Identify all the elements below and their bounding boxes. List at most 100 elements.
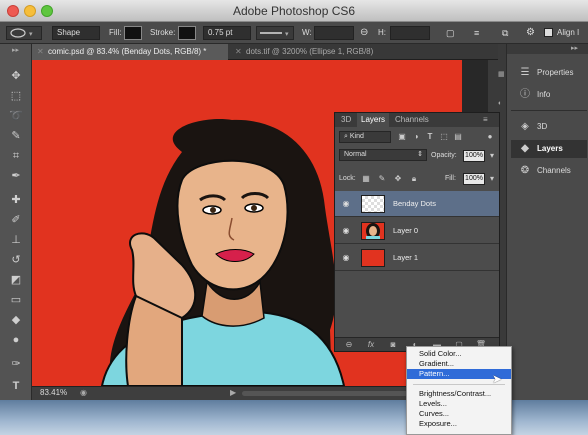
- smart-object-filter-icon[interactable]: ▤: [453, 132, 463, 142]
- dock-item-label: Properties: [537, 68, 574, 77]
- channels-icon: ❂: [520, 165, 530, 176]
- blend-mode-select[interactable]: Normal ⇕: [339, 149, 427, 161]
- zoom-level[interactable]: 83.41%: [40, 388, 67, 397]
- move-tool-icon[interactable]: ✥: [5, 68, 27, 84]
- menu-item-curves[interactable]: Curves...: [407, 409, 511, 419]
- stroke-type-select[interactable]: ▾: [256, 26, 294, 40]
- stroke-swatch[interactable]: [178, 26, 196, 40]
- eyedropper-tool-icon[interactable]: ✒: [5, 168, 27, 184]
- gradient-tool-icon[interactable]: ▭: [5, 292, 27, 308]
- crop-tool-icon[interactable]: ⌗: [5, 148, 27, 164]
- menu-item-levels[interactable]: Levels...: [407, 399, 511, 409]
- type-filter-icon[interactable]: T: [425, 132, 435, 142]
- gear-icon[interactable]: ⚙: [526, 26, 535, 40]
- dock-item-info[interactable]: ⓘ Info: [511, 86, 587, 104]
- layer-effects-icon[interactable]: fx: [365, 340, 377, 350]
- dock-item-layers[interactable]: ◆ Layers: [511, 140, 587, 158]
- menu-item-exposure[interactable]: Exposure...: [407, 419, 511, 429]
- image-filter-icon[interactable]: ▣: [397, 132, 407, 142]
- tab-layers[interactable]: Layers: [357, 113, 390, 127]
- pen-tool-icon[interactable]: ✑: [5, 356, 27, 372]
- marquee-tool-icon[interactable]: ⬚: [5, 88, 27, 104]
- fill-swatch[interactable]: [124, 26, 142, 40]
- collapse-dock-icon[interactable]: ▸▸: [571, 44, 578, 52]
- visibility-eye-icon[interactable]: ◉: [340, 226, 352, 236]
- menu-item-brightness-contrast[interactable]: Brightness/Contrast...: [407, 389, 511, 399]
- height-field[interactable]: [390, 26, 430, 40]
- options-bar: ▾ Shape Fill: Stroke: 0.75 pt ▾ W: ⊖ H: …: [0, 22, 588, 44]
- align-edges-checkbox[interactable]: [544, 28, 553, 37]
- lock-all-icon[interactable]: 🔒︎: [409, 174, 419, 184]
- dodge-tool-icon[interactable]: ●: [5, 332, 27, 348]
- link-dimensions-icon[interactable]: ⊖: [360, 26, 368, 40]
- tab-channels[interactable]: Channels: [391, 113, 433, 127]
- path-operations-icon[interactable]: ▢: [446, 26, 455, 40]
- type-tool-icon[interactable]: T: [5, 378, 27, 394]
- document-info-icon[interactable]: ◉: [80, 388, 87, 397]
- svg-text:▾: ▾: [29, 31, 33, 38]
- menu-item-solid-color[interactable]: Solid Color...: [407, 349, 511, 359]
- adjustment-filter-icon[interactable]: ◑: [411, 132, 421, 142]
- close-tab-icon[interactable]: ✕: [37, 44, 44, 60]
- blend-mode-value: Normal: [344, 151, 367, 158]
- tab-3d[interactable]: 3D: [337, 113, 355, 127]
- lock-position-icon[interactable]: ✥: [393, 174, 403, 184]
- stroke-width-field[interactable]: 0.75 pt: [203, 26, 251, 40]
- visibility-eye-icon[interactable]: ◉: [340, 199, 352, 209]
- swatches-icon[interactable]: ▦: [498, 70, 506, 82]
- opacity-field[interactable]: 100%: [463, 150, 485, 162]
- path-alignment-icon[interactable]: ≡: [474, 26, 479, 40]
- opacity-slider-arrow-icon[interactable]: ▾: [487, 151, 497, 161]
- visibility-eye-icon[interactable]: ◉: [340, 253, 352, 263]
- shape-filter-icon[interactable]: ⬚: [439, 132, 449, 142]
- tools-panel: ▸▸ ✥ ⬚ ➰ ✎ ⌗ ✒ ✚ ✐ ⊥ ↺ ◩ ▭ ◆ ● ✑ T ➤: [0, 44, 32, 435]
- title-bar: Adobe Photoshop CS6: [0, 0, 588, 22]
- adjustments-icon[interactable]: ◐: [498, 100, 506, 112]
- path-arrangement-icon[interactable]: ⧉: [502, 26, 508, 40]
- chevron-down-icon: ⇕: [417, 151, 423, 158]
- link-layers-icon[interactable]: ⊖: [343, 340, 355, 350]
- layers-panel-tabs: 3D Layers Channels ≡: [335, 113, 499, 127]
- align-edges-label: Align I: [557, 28, 580, 37]
- width-field[interactable]: [314, 26, 354, 40]
- layer-filter-select[interactable]: ⌕ Kind: [339, 131, 391, 143]
- layer-row-layer-0[interactable]: ◉ Layer 0: [335, 218, 499, 244]
- quick-select-tool-icon[interactable]: ✎: [5, 128, 27, 144]
- window-title: Adobe Photoshop CS6: [232, 4, 356, 18]
- panel-dock: ▸▸ ☰ Properties ⓘ Info ◈ 3D ◆ Layers ❂ C…: [506, 44, 588, 400]
- tool-mode-select[interactable]: Shape: [52, 26, 100, 40]
- menu-item-gradient[interactable]: Gradient...: [407, 359, 511, 369]
- blur-tool-icon[interactable]: ◆: [5, 312, 27, 328]
- eraser-tool-icon[interactable]: ◩: [5, 272, 27, 288]
- clone-stamp-tool-icon[interactable]: ⊥: [5, 232, 27, 248]
- panel-menu-icon[interactable]: ≡: [483, 115, 488, 124]
- close-tab-icon[interactable]: ✕: [235, 44, 242, 60]
- fill-slider-arrow-icon[interactable]: ▾: [487, 174, 497, 184]
- lock-pixels-icon[interactable]: ✎: [377, 174, 387, 184]
- ellipse-tool-icon: ▾: [10, 28, 33, 38]
- dock-item-label: Info: [537, 90, 551, 99]
- fill-field[interactable]: 100%: [463, 173, 485, 185]
- portrait-thumbnail-icon: [366, 223, 380, 239]
- brush-tool-icon[interactable]: ✐: [5, 212, 27, 228]
- stroke-width-value: 0.75 pt: [208, 28, 233, 37]
- add-mask-icon[interactable]: ◙: [387, 340, 399, 350]
- fill-label: Fill:: [109, 28, 122, 37]
- tool-preset-picker[interactable]: ▾: [6, 26, 42, 40]
- dock-item-label: Channels: [537, 166, 571, 175]
- dock-item-3d[interactable]: ◈ 3D: [511, 118, 587, 136]
- filter-toggle-icon[interactable]: ●: [485, 132, 495, 142]
- tab-dots-tif[interactable]: ✕ dots.tif @ 3200% (Ellipse 1, RGB/8): [230, 44, 430, 60]
- layer-row-benday-dots[interactable]: ◉ Benday Dots: [335, 191, 499, 217]
- layers-icon: ◆: [521, 143, 529, 154]
- lasso-tool-icon[interactable]: ➰: [5, 108, 27, 124]
- dock-item-channels[interactable]: ❂ Channels: [511, 162, 587, 180]
- layer-row-layer-1[interactable]: ◉ Layer 1: [335, 245, 499, 271]
- tab-comic-psd[interactable]: ✕ comic.psd @ 83.4% (Benday Dots, RGB/8)…: [32, 44, 228, 60]
- status-menu-arrow-icon[interactable]: ▶: [230, 388, 236, 397]
- lock-transparent-icon[interactable]: ▦: [361, 174, 371, 184]
- history-brush-tool-icon[interactable]: ↺: [5, 252, 27, 268]
- healing-brush-tool-icon[interactable]: ✚: [5, 192, 27, 208]
- collapse-tools-icon[interactable]: ▸▸: [12, 46, 19, 54]
- dock-item-properties[interactable]: ☰ Properties: [511, 64, 587, 82]
